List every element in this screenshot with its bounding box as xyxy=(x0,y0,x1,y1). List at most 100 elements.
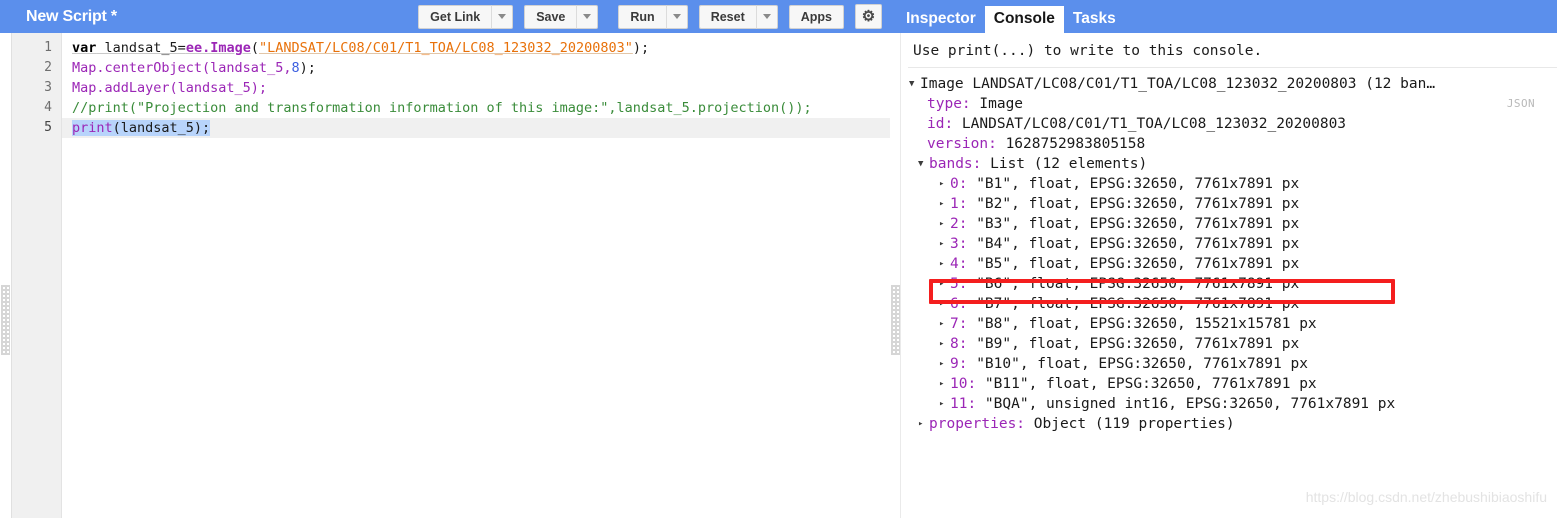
run-button[interactable]: Run xyxy=(618,4,666,29)
console-object-tree: ▼ Image LANDSAT/LC08/C01/T1_TOA/LC08_1230… xyxy=(901,68,1557,434)
band-index: 2: xyxy=(950,216,968,232)
code-text-area[interactable]: var landsat_5=ee.Image("LANDSAT/LC08/C01… xyxy=(62,33,890,518)
line-number: 3 xyxy=(44,80,52,95)
left-panel-splitter[interactable] xyxy=(0,33,12,518)
chevron-down-icon xyxy=(498,14,507,19)
band-row-highlighted[interactable]: ▸ 7: "B8", float, EPSG:32650, 15521x15781… xyxy=(901,314,1557,334)
chevron-right-icon[interactable]: ▸ xyxy=(939,354,950,374)
code-token-tail: ); xyxy=(299,60,316,76)
console-pane: Inspector Console Tasks Use print(...) t… xyxy=(890,0,1557,518)
band-index: 1: xyxy=(950,196,968,212)
code-line-2[interactable]: Map.centerObject(landsat_5,8); xyxy=(62,58,890,78)
band-row[interactable]: ▸ 1: "B2", float, EPSG:32650, 7761x7891 p… xyxy=(901,194,1557,214)
code-line-3[interactable]: Map.addLayer(landsat_5); xyxy=(62,78,890,98)
reset-dropdown-button[interactable] xyxy=(755,4,778,29)
chevron-down-icon[interactable]: ▼ xyxy=(909,74,920,94)
band-value: "B3", float, EPSG:32650, 7761x7891 px xyxy=(967,216,1300,232)
object-root-row[interactable]: ▼ Image LANDSAT/LC08/C01/T1_TOA/LC08_1230… xyxy=(901,74,1557,94)
chevron-right-icon[interactable]: ▸ xyxy=(939,274,950,294)
code-token-paren: ( xyxy=(250,40,259,56)
save-dropdown-button[interactable] xyxy=(576,4,599,29)
get-link-button[interactable]: Get Link xyxy=(418,4,492,29)
band-row[interactable]: ▸ 4: "B5", float, EPSG:32650, 7761x7891 p… xyxy=(901,254,1557,274)
band-index: 0: xyxy=(950,176,968,192)
right-panel-splitter[interactable] xyxy=(890,33,901,518)
band-index: 4: xyxy=(950,256,968,272)
chevron-right-icon[interactable]: ▸ xyxy=(939,254,950,274)
property-row-id: id: LANDSAT/LC08/C01/T1_TOA/LC08_123032_… xyxy=(901,114,1557,134)
band-index: 6: xyxy=(950,296,968,312)
band-value: "B8", float, EPSG:32650, 15521x15781 px xyxy=(967,316,1317,332)
object-root-label: Image LANDSAT/LC08/C01/T1_TOA/LC08_12303… xyxy=(920,76,1436,92)
console-tabbar: Inspector Console Tasks xyxy=(890,0,1557,33)
get-link-button-group: Get Link xyxy=(418,4,514,29)
chevron-right-icon[interactable]: ▸ xyxy=(939,234,950,254)
code-token-tail: ); xyxy=(632,40,650,56)
chevron-down-icon xyxy=(583,14,592,19)
property-key: id: xyxy=(927,116,954,132)
band-row[interactable]: ▸ 11: "BQA", unsigned int16, EPSG:32650, … xyxy=(901,394,1557,414)
band-index: 5: xyxy=(950,276,968,292)
chevron-down-icon[interactable]: ▼ xyxy=(918,154,929,174)
properties-value: Object (119 properties) xyxy=(1025,416,1235,432)
code-token-function: print xyxy=(72,120,113,136)
band-row[interactable]: ▸ 2: "B3", float, EPSG:32650, 7761x7891 p… xyxy=(901,214,1557,234)
code-line-4[interactable]: //print("Projection and transformation i… xyxy=(62,98,890,118)
band-row[interactable]: ▸ 8: "B9", float, EPSG:32650, 7761x7891 p… xyxy=(901,334,1557,354)
chevron-right-icon[interactable]: ▸ xyxy=(939,314,950,334)
band-index: 10: xyxy=(950,376,977,392)
chevron-right-icon[interactable]: ▸ xyxy=(939,394,950,414)
chevron-down-icon xyxy=(672,14,681,19)
property-key: type: xyxy=(927,96,971,112)
chevron-right-icon[interactable]: ▸ xyxy=(939,374,950,394)
reset-button[interactable]: Reset xyxy=(698,4,756,29)
tab-inspector[interactable]: Inspector xyxy=(897,6,985,33)
bands-node-row[interactable]: ▼ bands: List (12 elements) xyxy=(901,154,1557,174)
code-token-keyword: var xyxy=(72,40,97,56)
script-title: New Script * xyxy=(26,7,117,25)
code-token-namespace: ee.Image xyxy=(185,40,251,56)
property-row-version: version: 1628752983805158 xyxy=(901,134,1557,154)
save-button[interactable]: Save xyxy=(524,4,577,29)
tab-tasks[interactable]: Tasks xyxy=(1064,6,1125,33)
chevron-right-icon[interactable]: ▸ xyxy=(918,414,929,434)
band-index: 9: xyxy=(950,356,968,372)
code-area: 1 2 3 4 5 var landsat_5=ee.Image("LANDSA… xyxy=(0,33,890,518)
line-number: 4 xyxy=(44,100,52,115)
property-row-type: type: Image xyxy=(901,94,1557,114)
band-row[interactable]: ▸ 9: "B10", float, EPSG:32650, 7761x7891 … xyxy=(901,354,1557,374)
line-number: 1 xyxy=(44,40,52,55)
bands-count: List (12 elements) xyxy=(981,156,1148,172)
chevron-right-icon[interactable]: ▸ xyxy=(939,294,950,314)
line-number-gutter: 1 2 3 4 5 xyxy=(12,33,62,518)
chevron-right-icon[interactable]: ▸ xyxy=(939,174,950,194)
save-button-group: Save xyxy=(524,4,599,29)
code-line-1[interactable]: var landsat_5=ee.Image("LANDSAT/LC08/C01… xyxy=(62,38,890,58)
band-index: 3: xyxy=(950,236,968,252)
code-token-string: "LANDSAT/LC08/C01/T1_TOA/LC08_123032_202… xyxy=(258,40,633,56)
code-line-5[interactable]: print(landsat_5); xyxy=(62,118,890,138)
band-row[interactable]: ▸ 10: "B11", float, EPSG:32650, 7761x7891… xyxy=(901,374,1557,394)
band-value: "B11", float, EPSG:32650, 7761x7891 px xyxy=(976,376,1317,392)
chevron-right-icon[interactable]: ▸ xyxy=(939,334,950,354)
line-number: 5 xyxy=(44,120,52,135)
tab-console[interactable]: Console xyxy=(984,6,1064,33)
properties-node-row[interactable]: ▸ properties: Object (119 properties) xyxy=(901,414,1557,434)
settings-button[interactable]: ⚙ xyxy=(855,4,882,29)
band-row[interactable]: ▸ 6: "B7", float, EPSG:32650, 7761x7891 p… xyxy=(901,294,1557,314)
run-dropdown-button[interactable] xyxy=(665,4,688,29)
chevron-right-icon[interactable]: ▸ xyxy=(939,194,950,214)
property-value: 1628752983805158 xyxy=(996,136,1146,152)
chevron-right-icon[interactable]: ▸ xyxy=(939,214,950,234)
toolbar-actions: Get Link Save Run Reset Apps ⚙ xyxy=(418,4,890,29)
apps-button[interactable]: Apps xyxy=(788,4,844,29)
get-link-dropdown-button[interactable] xyxy=(491,4,514,29)
code-token-call: Map.centerObject(landsat_5, xyxy=(72,60,292,76)
watermark-text: https://blog.csdn.net/zhebushibiaoshifu xyxy=(1305,489,1547,505)
band-value: "B2", float, EPSG:32650, 7761x7891 px xyxy=(967,196,1300,212)
band-row[interactable]: ▸ 3: "B4", float, EPSG:32650, 7761x7891 p… xyxy=(901,234,1557,254)
band-row[interactable]: ▸ 5: "B6", float, EPSG:32650, 7761x7891 p… xyxy=(901,274,1557,294)
code-token-number: 8 xyxy=(291,60,300,76)
band-row[interactable]: ▸ 0: "B1", float, EPSG:32650, 7761x7891 p… xyxy=(901,174,1557,194)
